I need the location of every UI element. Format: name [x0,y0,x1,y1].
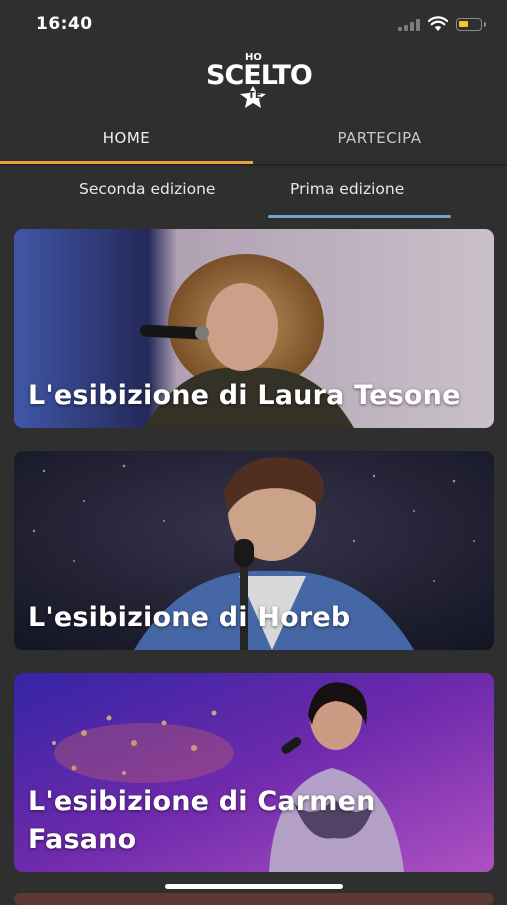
tab-partecipa[interactable]: PARTECIPA [253,112,506,164]
logo-text-bottom: TE [248,90,262,101]
header-divider [0,164,507,167]
video-card[interactable]: L'esibizione di Carmen Fasano [14,673,494,872]
video-title: L'esibizione di Laura Tesone [28,380,461,411]
battery-icon [456,18,486,31]
tab-seconda-edizione[interactable]: Seconda edizione [79,180,215,198]
tab-prima-edizione[interactable]: Prima edizione [290,180,404,198]
status-time: 16:40 [36,14,93,34]
app-logo: HO SCELTO TE [204,52,313,110]
home-indicator[interactable] [165,884,343,889]
tab-prima-edizione-indicator [268,215,451,218]
video-card[interactable] [14,893,494,905]
video-title: L'esibizione di Carmen Fasano [28,786,376,855]
wifi-icon [428,16,448,31]
main-tab-bar: HOME PARTECIPA [0,112,507,164]
status-bar: 16:40 [0,0,507,50]
video-card[interactable]: L'esibizione di Horeb [14,451,494,650]
video-title: L'esibizione di Horeb [28,602,351,633]
video-card[interactable]: L'esibizione di Laura Tesone [14,229,494,428]
tab-home[interactable]: HOME [0,112,253,164]
cellular-signal-icon [398,19,420,31]
edition-tab-bar: Seconda edizione Prima edizione [0,170,507,220]
